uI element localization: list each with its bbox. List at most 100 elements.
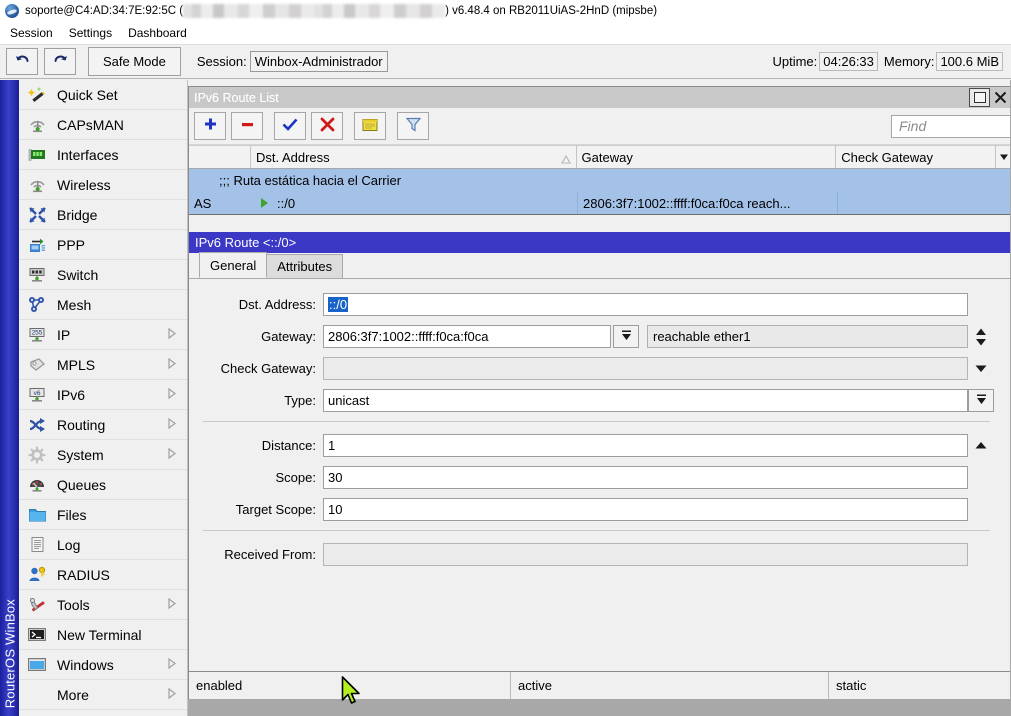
plus-icon xyxy=(203,117,218,135)
sidebar-item-queues[interactable]: Queues xyxy=(19,470,187,500)
menu-item-settings[interactable]: Settings xyxy=(61,24,120,42)
uptime-value: 04:26:33 xyxy=(819,52,878,71)
add-button[interactable] xyxy=(194,112,226,140)
session-value[interactable]: Winbox-Administrador xyxy=(250,51,388,72)
menu-item-dashboard[interactable]: Dashboard xyxy=(120,24,195,42)
sidebar-item-ip[interactable]: 255 IP xyxy=(19,320,187,350)
log-scroll-icon xyxy=(26,535,48,555)
sidebar-item-label: CAPsMAN xyxy=(57,117,187,133)
gateway-dropdown-button[interactable] xyxy=(613,325,639,348)
undo-button[interactable] xyxy=(6,48,38,75)
maximize-icon[interactable] xyxy=(969,88,990,107)
scope-label: Scope: xyxy=(199,470,323,485)
enable-button[interactable] xyxy=(274,112,306,140)
sidebar-item-label: Bridge xyxy=(57,207,187,223)
sidebar-item-label: IP xyxy=(57,327,168,343)
memory-label: Memory: xyxy=(884,54,935,69)
remove-button[interactable] xyxy=(231,112,263,140)
gateway-input[interactable]: 2806:3f7:1002::ffff:f0ca:f0ca xyxy=(323,325,611,348)
sidebar-item-system[interactable]: System xyxy=(19,440,187,470)
folder-icon xyxy=(26,505,48,525)
tab-general[interactable]: General xyxy=(199,252,267,278)
disable-button[interactable] xyxy=(311,112,343,140)
undo-icon xyxy=(14,54,31,69)
sidebar-item-label: Log xyxy=(57,537,187,553)
network-card-icon xyxy=(26,145,48,165)
winbox-logo-icon xyxy=(5,4,19,18)
sidebar-item-interfaces[interactable]: Interfaces xyxy=(19,140,187,170)
menu-item-session[interactable]: Session xyxy=(2,24,61,42)
chevron-right-icon xyxy=(168,388,177,402)
column-chooser-button[interactable] xyxy=(996,146,1011,168)
gateway-label: Gateway: xyxy=(199,329,323,344)
route-list-title: IPv6 Route List xyxy=(194,91,279,105)
type-input[interactable]: unicast xyxy=(323,389,968,412)
sidebar-item-wireless[interactable]: Wireless xyxy=(19,170,187,200)
checkmark-icon xyxy=(282,117,298,135)
sidebar-item-windows[interactable]: Windows xyxy=(19,650,187,680)
window-titlebar: soporte@C4:AD:34:7E:92:5C ( ) v6.48.4 on… xyxy=(0,0,1011,22)
find-input[interactable]: Find xyxy=(891,115,1011,138)
distance-input[interactable]: 1 xyxy=(323,434,968,457)
sidebar-item-switch[interactable]: Switch xyxy=(19,260,187,290)
titlebar-redacted-region xyxy=(183,4,445,18)
sidebar-item-quick-set[interactable]: Quick Set xyxy=(19,80,187,110)
sidebar-item-routing[interactable]: Routing xyxy=(19,410,187,440)
filter-button[interactable] xyxy=(397,112,429,140)
column-header-dst-address[interactable]: Dst. Address xyxy=(251,146,577,168)
dialog-tabs: General Attributes xyxy=(189,253,1010,279)
form-divider-1 xyxy=(203,421,990,422)
close-icon[interactable] xyxy=(991,89,1010,106)
table-row[interactable]: AS ::/0 2806:3f7:1002::ffff:f0ca:f0ca re… xyxy=(189,192,1011,215)
column-header-label: Dst. Address xyxy=(256,150,330,165)
sidebar-item-tools[interactable]: Tools xyxy=(19,590,187,620)
scope-input[interactable]: 30 xyxy=(323,466,968,489)
cell-dst-address: ::/0 xyxy=(251,192,577,214)
sidebar-item-mpls[interactable]: MPLS xyxy=(19,350,187,380)
table-row-comment[interactable]: ;;; Ruta estática hacia el Carrier xyxy=(189,169,1011,192)
sidebar-item-mesh[interactable]: Mesh xyxy=(19,290,187,320)
sidebar-item-label: IPv6 xyxy=(57,387,168,403)
sidebar-item-log[interactable]: Log xyxy=(19,530,187,560)
brand-strip: RouterOS WinBox xyxy=(0,80,19,716)
check-gateway-input[interactable] xyxy=(323,357,968,380)
tab-attributes[interactable]: Attributes xyxy=(266,254,343,278)
sidebar-item-radius[interactable]: RADIUS xyxy=(19,560,187,590)
type-dropdown-button[interactable] xyxy=(968,389,994,412)
gateway-status-value: reachable ether1 xyxy=(647,325,968,348)
sidebar-item-label: Routing xyxy=(57,417,168,433)
distance-spinner-button[interactable] xyxy=(968,441,994,450)
comment-button[interactable] xyxy=(354,112,386,140)
sidebar-item-bridge[interactable]: Bridge xyxy=(19,200,187,230)
sidebar-item-label: Windows xyxy=(57,657,168,673)
dst-address-value: ::/0 xyxy=(328,297,348,312)
cell-flags: AS xyxy=(189,192,251,214)
field-row-check-gateway: Check Gateway: xyxy=(199,357,994,380)
cell-gateway: 2806:3f7:1002::ffff:f0ca:f0ca reach... xyxy=(577,192,837,214)
sidebar-item-files[interactable]: Files xyxy=(19,500,187,530)
status-static: static xyxy=(829,672,1011,699)
safe-mode-button[interactable]: Safe Mode xyxy=(88,47,181,76)
target-scope-label: Target Scope: xyxy=(199,502,323,517)
redo-button[interactable] xyxy=(44,48,76,75)
sidebar-item-ppp[interactable]: PPP xyxy=(19,230,187,260)
chevron-right-icon xyxy=(168,358,177,372)
svg-text:v6: v6 xyxy=(33,389,40,396)
type-label: Type: xyxy=(199,393,323,408)
dialog-statusbar: enabled active static xyxy=(189,671,1011,699)
column-header-gateway[interactable]: Gateway xyxy=(577,146,837,168)
sidebar-item-capsman[interactable]: CAPsMAN xyxy=(19,110,187,140)
target-scope-input[interactable]: 10 xyxy=(323,498,968,521)
column-header-flags[interactable] xyxy=(189,146,251,168)
dst-address-input[interactable]: ::/0 xyxy=(323,293,968,316)
sidebar-item-ipv6[interactable]: v6 IPv6 xyxy=(19,380,187,410)
gateway-spinner-button[interactable] xyxy=(968,327,994,347)
route-list-toolbar: Find xyxy=(189,108,1011,145)
check-gateway-dropdown-button[interactable] xyxy=(968,364,994,373)
sidebar-item-new-terminal[interactable]: New Terminal xyxy=(19,620,187,650)
column-header-check-gateway[interactable]: Check Gateway xyxy=(836,146,996,168)
desktop-background-bottom xyxy=(188,699,1011,716)
cell-dst-address-text: ::/0 xyxy=(277,196,295,211)
sidebar-item-more[interactable]: More xyxy=(19,680,187,710)
sidebar-item-label: New Terminal xyxy=(57,627,187,643)
